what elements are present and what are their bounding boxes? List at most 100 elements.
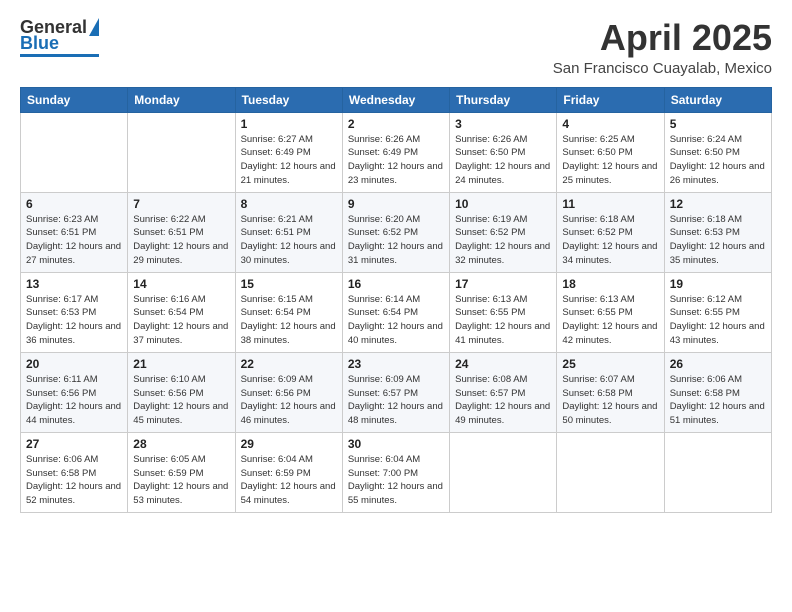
table-row: 17 Sunrise: 6:13 AM Sunset: 6:55 PM Dayli… xyxy=(450,272,557,352)
day-info: Sunrise: 6:19 AM Sunset: 6:52 PM Dayligh… xyxy=(455,213,551,268)
calendar-header-row: Sunday Monday Tuesday Wednesday Thursday… xyxy=(21,87,772,112)
header-friday: Friday xyxy=(557,87,664,112)
table-row: 27 Sunrise: 6:06 AM Sunset: 6:58 PM Dayli… xyxy=(21,432,128,512)
logo-blue-text: Blue xyxy=(20,34,59,52)
day-number: 11 xyxy=(562,197,658,211)
table-row: 18Sunrise: 6:13 AM Sunset: 6:55 PM Dayli… xyxy=(557,272,664,352)
table-row: 7 Sunrise: 6:22 AM Sunset: 6:51 PM Daylig… xyxy=(128,192,235,272)
day-info: Sunrise: 6:18 AM Sunset: 6:52 PM Dayligh… xyxy=(562,213,658,268)
day-number: 12 xyxy=(670,197,766,211)
table-row xyxy=(128,112,235,192)
day-info: Sunrise: 6:24 AM Sunset: 6:50 PM Dayligh… xyxy=(670,133,766,188)
table-row: 19 Sunrise: 6:12 AM Sunset: 6:55 PM Dayli… xyxy=(664,272,771,352)
day-number: 27 xyxy=(26,437,122,451)
day-info: Sunrise: 6:22 AM Sunset: 6:51 PM Dayligh… xyxy=(133,213,229,268)
day-info: Sunrise: 6:27 AM Sunset: 6:49 PM Dayligh… xyxy=(241,133,337,188)
table-row xyxy=(450,432,557,512)
day-info: Sunrise: 6:11 AM Sunset: 6:56 PM Dayligh… xyxy=(26,373,122,428)
day-number: 13 xyxy=(26,277,122,291)
header-sunday: Sunday xyxy=(21,87,128,112)
day-number: 4 xyxy=(562,117,658,131)
page: General Blue April 2025 San Francisco Cu… xyxy=(0,0,792,531)
header-monday: Monday xyxy=(128,87,235,112)
day-number: 3 xyxy=(455,117,551,131)
day-info: Sunrise: 6:13 AM Sunset: 6:55 PM Dayligh… xyxy=(455,293,551,348)
day-number: 8 xyxy=(241,197,337,211)
day-info: Sunrise: 6:15 AM Sunset: 6:54 PM Dayligh… xyxy=(241,293,337,348)
day-number: 6 xyxy=(26,197,122,211)
table-row: 28Sunrise: 6:05 AM Sunset: 6:59 PM Dayli… xyxy=(128,432,235,512)
day-info: Sunrise: 6:04 AM Sunset: 7:00 PM Dayligh… xyxy=(348,453,444,508)
calendar: Sunday Monday Tuesday Wednesday Thursday… xyxy=(20,87,772,513)
day-info: Sunrise: 6:05 AM Sunset: 6:59 PM Dayligh… xyxy=(133,453,229,508)
table-row: 1 Sunrise: 6:27 AM Sunset: 6:49 PM Daylig… xyxy=(235,112,342,192)
day-number: 9 xyxy=(348,197,444,211)
table-row xyxy=(557,432,664,512)
table-row: 30 Sunrise: 6:04 AM Sunset: 7:00 PM Dayli… xyxy=(342,432,449,512)
day-number: 17 xyxy=(455,277,551,291)
day-number: 1 xyxy=(241,117,337,131)
day-number: 7 xyxy=(133,197,229,211)
day-number: 14 xyxy=(133,277,229,291)
table-row: 14Sunrise: 6:16 AM Sunset: 6:54 PM Dayli… xyxy=(128,272,235,352)
table-row: 20 Sunrise: 6:11 AM Sunset: 6:56 PM Dayli… xyxy=(21,352,128,432)
table-row: 4 Sunrise: 6:25 AM Sunset: 6:50 PM Daylig… xyxy=(557,112,664,192)
day-number: 20 xyxy=(26,357,122,371)
table-row: 11 Sunrise: 6:18 AM Sunset: 6:52 PM Dayli… xyxy=(557,192,664,272)
day-info: Sunrise: 6:18 AM Sunset: 6:53 PM Dayligh… xyxy=(670,213,766,268)
table-row: 3 Sunrise: 6:26 AM Sunset: 6:50 PM Daylig… xyxy=(450,112,557,192)
day-info: Sunrise: 6:12 AM Sunset: 6:55 PM Dayligh… xyxy=(670,293,766,348)
table-row: 8Sunrise: 6:21 AM Sunset: 6:51 PM Daylig… xyxy=(235,192,342,272)
header-wednesday: Wednesday xyxy=(342,87,449,112)
day-info: Sunrise: 6:25 AM Sunset: 6:50 PM Dayligh… xyxy=(562,133,658,188)
logo: General Blue xyxy=(20,18,99,57)
table-row: 12 Sunrise: 6:18 AM Sunset: 6:53 PM Dayli… xyxy=(664,192,771,272)
day-number: 2 xyxy=(348,117,444,131)
day-info: Sunrise: 6:17 AM Sunset: 6:53 PM Dayligh… xyxy=(26,293,122,348)
day-info: Sunrise: 6:07 AM Sunset: 6:58 PM Dayligh… xyxy=(562,373,658,428)
day-number: 30 xyxy=(348,437,444,451)
table-row: 10 Sunrise: 6:19 AM Sunset: 6:52 PM Dayli… xyxy=(450,192,557,272)
header-tuesday: Tuesday xyxy=(235,87,342,112)
day-number: 25 xyxy=(562,357,658,371)
table-row: 13 Sunrise: 6:17 AM Sunset: 6:53 PM Dayli… xyxy=(21,272,128,352)
day-info: Sunrise: 6:06 AM Sunset: 6:58 PM Dayligh… xyxy=(26,453,122,508)
day-number: 29 xyxy=(241,437,337,451)
day-number: 24 xyxy=(455,357,551,371)
table-row: 22 Sunrise: 6:09 AM Sunset: 6:56 PM Dayli… xyxy=(235,352,342,432)
day-number: 19 xyxy=(670,277,766,291)
table-row: 9 Sunrise: 6:20 AM Sunset: 6:52 PM Daylig… xyxy=(342,192,449,272)
day-info: Sunrise: 6:14 AM Sunset: 6:54 PM Dayligh… xyxy=(348,293,444,348)
table-row: 23Sunrise: 6:09 AM Sunset: 6:57 PM Dayli… xyxy=(342,352,449,432)
header: General Blue April 2025 San Francisco Cu… xyxy=(20,18,772,77)
day-number: 10 xyxy=(455,197,551,211)
table-row xyxy=(664,432,771,512)
day-number: 21 xyxy=(133,357,229,371)
day-info: Sunrise: 6:26 AM Sunset: 6:49 PM Dayligh… xyxy=(348,133,444,188)
table-row: 6 Sunrise: 6:23 AM Sunset: 6:51 PM Daylig… xyxy=(21,192,128,272)
table-row: 5 Sunrise: 6:24 AM Sunset: 6:50 PM Daylig… xyxy=(664,112,771,192)
day-info: Sunrise: 6:23 AM Sunset: 6:51 PM Dayligh… xyxy=(26,213,122,268)
logo-triangle-icon xyxy=(89,18,99,36)
day-number: 15 xyxy=(241,277,337,291)
header-saturday: Saturday xyxy=(664,87,771,112)
table-row xyxy=(21,112,128,192)
title-location: San Francisco Cuayalab, Mexico xyxy=(553,60,772,77)
table-row: 15 Sunrise: 6:15 AM Sunset: 6:54 PM Dayli… xyxy=(235,272,342,352)
day-info: Sunrise: 6:09 AM Sunset: 6:56 PM Dayligh… xyxy=(241,373,337,428)
table-row: 26Sunrise: 6:06 AM Sunset: 6:58 PM Dayli… xyxy=(664,352,771,432)
day-info: Sunrise: 6:09 AM Sunset: 6:57 PM Dayligh… xyxy=(348,373,444,428)
day-info: Sunrise: 6:04 AM Sunset: 6:59 PM Dayligh… xyxy=(241,453,337,508)
day-number: 22 xyxy=(241,357,337,371)
table-row: 25 Sunrise: 6:07 AM Sunset: 6:58 PM Dayli… xyxy=(557,352,664,432)
day-number: 5 xyxy=(670,117,766,131)
day-number: 16 xyxy=(348,277,444,291)
table-row: 24Sunrise: 6:08 AM Sunset: 6:57 PM Dayli… xyxy=(450,352,557,432)
logo-underline xyxy=(20,54,99,57)
day-info: Sunrise: 6:20 AM Sunset: 6:52 PM Dayligh… xyxy=(348,213,444,268)
day-info: Sunrise: 6:26 AM Sunset: 6:50 PM Dayligh… xyxy=(455,133,551,188)
title-month: April 2025 xyxy=(553,18,772,58)
title-block: April 2025 San Francisco Cuayalab, Mexic… xyxy=(553,18,772,77)
table-row: 21 Sunrise: 6:10 AM Sunset: 6:56 PM Dayli… xyxy=(128,352,235,432)
day-info: Sunrise: 6:10 AM Sunset: 6:56 PM Dayligh… xyxy=(133,373,229,428)
